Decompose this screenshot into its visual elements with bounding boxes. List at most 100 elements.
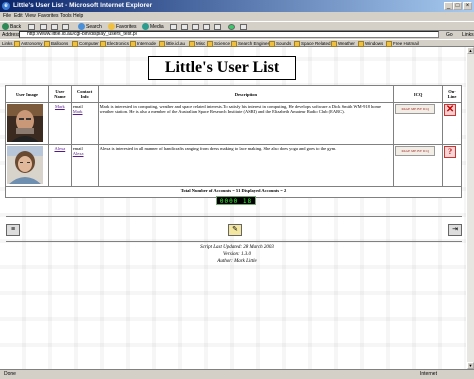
link-science[interactable]: Science xyxy=(207,40,230,47)
links-toggle[interactable]: Links xyxy=(462,31,474,39)
link-astronomy[interactable]: Astronomy xyxy=(14,40,43,47)
address-input[interactable]: http://www.little.id.au/cgi-bin/display_… xyxy=(19,31,439,38)
ie-logo-icon: e xyxy=(2,2,10,10)
divider xyxy=(6,241,462,242)
footer-updated: Script Last Updated: 28 March 2003 xyxy=(200,245,274,250)
link-search-engines[interactable]: Search Engines xyxy=(231,40,270,47)
folder-icon xyxy=(100,40,106,47)
favorites-button[interactable]: Favorites xyxy=(108,23,137,31)
back-button[interactable]: Back xyxy=(2,23,21,31)
extra-tool-button[interactable] xyxy=(240,24,247,30)
column-header-user-image: User Image xyxy=(5,85,49,103)
folder-icon xyxy=(44,40,50,47)
user-photo-alexa[interactable] xyxy=(7,146,43,184)
folder-icon xyxy=(72,40,78,47)
unknown-status-icon: ? xyxy=(444,146,457,158)
search-icon xyxy=(78,23,85,30)
menu-file[interactable]: File xyxy=(3,13,11,20)
user-table: User Image User Name Contact Info Descri… xyxy=(5,85,462,198)
folder-icon xyxy=(331,40,337,47)
column-header-user-name: User Name xyxy=(47,85,72,103)
link-little-id-au[interactable]: little.id.au xyxy=(159,40,185,47)
link-windows[interactable]: Windows xyxy=(358,40,383,47)
link-computer[interactable]: Computer xyxy=(72,40,99,47)
folder-icon xyxy=(294,40,300,47)
link-free-hotmail[interactable]: Free Hotmail xyxy=(386,40,419,47)
exit-nav-icon[interactable]: ⇥ xyxy=(448,224,462,236)
menu-tools[interactable]: Tools xyxy=(60,13,72,20)
mail-button[interactable] xyxy=(181,24,188,30)
folder-icon xyxy=(130,40,136,47)
folder-icon xyxy=(159,40,165,47)
scroll-up-icon[interactable]: ▲ xyxy=(467,47,474,54)
menu-bar: File Edit View Favorites Tools Help xyxy=(0,12,474,21)
minimize-button[interactable]: _ xyxy=(444,2,453,10)
footer-author: Author: Mark Little xyxy=(217,259,257,264)
refresh-button[interactable] xyxy=(51,24,58,30)
forward-button[interactable] xyxy=(28,24,35,30)
link-sounds[interactable]: Sounds xyxy=(269,40,291,47)
stop-button[interactable] xyxy=(40,24,47,30)
link-weather[interactable]: Weather xyxy=(331,40,355,47)
folder-icon xyxy=(231,40,237,47)
user-name-link[interactable]: Mark xyxy=(55,104,65,109)
online-cell: ? xyxy=(442,144,462,187)
email-link[interactable]: Alexa xyxy=(73,151,97,156)
menu-view[interactable]: View xyxy=(25,13,36,20)
page-title: Little's User List xyxy=(148,56,296,80)
link-electronics[interactable]: Electronics xyxy=(100,40,129,47)
toolbar: Back Search Favorites Media xyxy=(0,21,474,31)
menu-nav-icon[interactable]: ≡ xyxy=(6,224,20,236)
icq-page-me-button[interactable]: PAGE ME BY ICQ xyxy=(395,146,436,156)
divider xyxy=(6,216,462,217)
folder-icon xyxy=(189,40,195,47)
history-button[interactable] xyxy=(170,24,177,30)
folder-icon xyxy=(269,40,275,47)
print-button[interactable] xyxy=(192,24,199,30)
discuss-button[interactable] xyxy=(214,24,221,30)
contact-cell: email Mark xyxy=(70,102,99,145)
home-button[interactable] xyxy=(62,24,69,30)
menu-help[interactable]: Help xyxy=(73,13,83,20)
star-icon xyxy=(108,23,115,30)
user-name-cell: Mark xyxy=(47,102,72,145)
online-cell: ✕ xyxy=(442,102,462,145)
status-text: Done xyxy=(4,371,16,377)
menu-edit[interactable]: Edit xyxy=(14,13,23,20)
vertical-scrollbar[interactable]: ▲ ▼ xyxy=(466,47,474,369)
links-bar: Links Astronomy Balloons Computer Electr… xyxy=(0,39,474,47)
menu-favorites[interactable]: Favorites xyxy=(38,13,59,20)
user-photo-mark[interactable] xyxy=(7,104,43,142)
search-button[interactable]: Search xyxy=(78,23,102,31)
link-misc[interactable]: Misc xyxy=(189,40,205,47)
icq-cell: PAGE ME BY ICQ xyxy=(393,102,444,145)
folder-icon xyxy=(358,40,364,47)
window-title: Little's User List - Microsoft Internet … xyxy=(13,2,153,9)
close-button[interactable]: × xyxy=(463,2,472,10)
column-header-contact-info: Contact Info xyxy=(70,85,99,103)
contact-cell: email Alexa xyxy=(70,144,99,187)
media-button[interactable]: Media xyxy=(142,23,164,31)
status-bar: Done Internet xyxy=(0,369,474,379)
user-name-cell: Alexa xyxy=(47,144,72,187)
maximize-button[interactable]: □ xyxy=(453,2,462,10)
address-bar: Address http://www.little.id.au/cgi-bin/… xyxy=(0,31,474,39)
link-space-related[interactable]: Space Related xyxy=(294,40,331,47)
user-image-cell xyxy=(5,102,49,145)
email-link[interactable]: Mark xyxy=(73,109,97,114)
messenger-icon[interactable] xyxy=(228,24,235,30)
media-icon xyxy=(142,23,149,30)
user-name-link[interactable]: Alexa xyxy=(54,146,65,151)
go-button[interactable]: Go xyxy=(446,31,453,39)
edit-button[interactable] xyxy=(203,24,210,30)
edit-nav-icon[interactable]: ✎ xyxy=(228,224,242,236)
link-internode[interactable]: Internode xyxy=(130,40,156,47)
column-header-online: On-Line xyxy=(442,85,462,103)
scroll-down-icon[interactable]: ▼ xyxy=(467,362,474,369)
link-balloons[interactable]: Balloons xyxy=(44,40,68,47)
column-header-icq: ICQ xyxy=(393,85,444,103)
description-cell: Alexa is interested in all manner of han… xyxy=(97,144,395,187)
icq-page-me-button[interactable]: PAGE ME BY ICQ xyxy=(395,104,436,114)
table-row: Mark email Mark Mark is interested in co… xyxy=(5,102,462,145)
column-header-description: Description xyxy=(97,85,395,103)
